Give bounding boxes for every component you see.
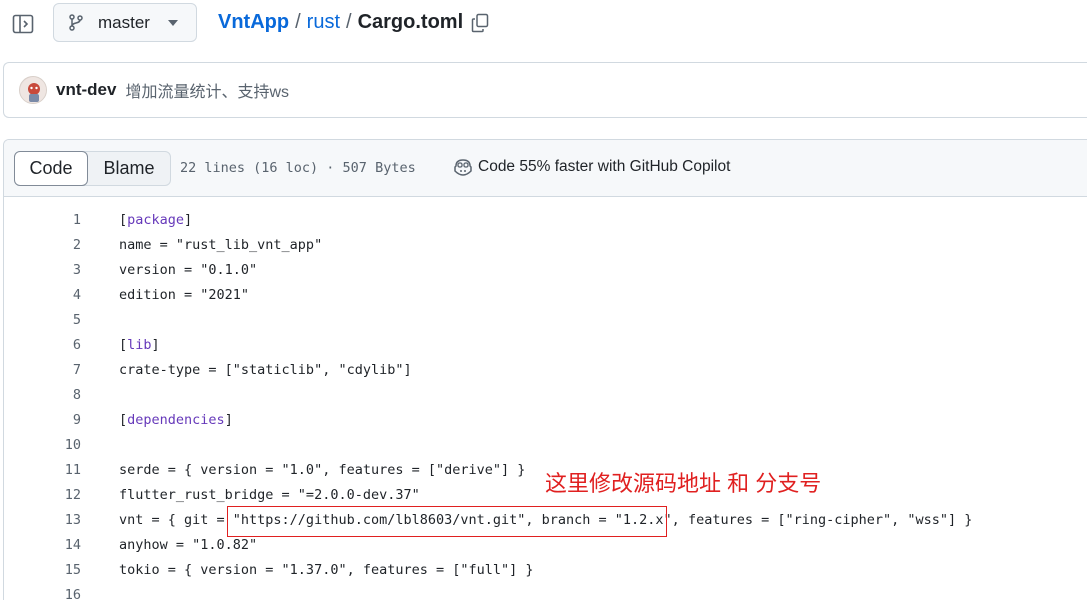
chevron-down-icon bbox=[167, 19, 178, 26]
copilot-icon bbox=[453, 158, 473, 176]
line-code: crate-type = ["staticlib", "cdylib"] bbox=[119, 361, 412, 378]
annotation-note: 这里修改源码地址 和 分支号 bbox=[545, 471, 822, 496]
line-code: edition = "2021" bbox=[119, 286, 250, 303]
file-info: 22 lines (16 loc) · 507 Bytes bbox=[180, 160, 416, 176]
commit-author-link[interactable]: vnt-dev bbox=[56, 80, 116, 100]
line-code: flutter_rust_bridge = "=2.0.0-dev.37" bbox=[119, 486, 420, 503]
top-bar: master VntApp / rust / Cargo.toml bbox=[0, 0, 1087, 50]
line-number[interactable]: 1 bbox=[41, 212, 81, 228]
line-number[interactable]: 16 bbox=[41, 587, 81, 600]
line-number[interactable]: 12 bbox=[41, 487, 81, 503]
line-code: serde = { version = "1.0", features = ["… bbox=[119, 461, 526, 478]
line-code: name = "rust_lib_vnt_app" bbox=[119, 236, 323, 253]
breadcrumb-separator: / bbox=[295, 11, 301, 33]
branch-name: master bbox=[98, 12, 150, 32]
line-number[interactable]: 5 bbox=[41, 312, 81, 328]
line-number[interactable]: 15 bbox=[41, 562, 81, 578]
latest-commit-bar: vnt-dev 增加流量统计、支持ws bbox=[3, 62, 1087, 118]
breadcrumb-file-name: Cargo.toml bbox=[357, 11, 464, 33]
code-line: 3 version = "0.1.0" bbox=[4, 257, 1087, 282]
code-line: 1 [package] bbox=[4, 207, 1087, 232]
code-tab-button[interactable]: Code bbox=[14, 151, 88, 186]
line-code: version = "0.1.0" bbox=[119, 261, 258, 278]
line-code: [dependencies] bbox=[119, 411, 233, 428]
line-number[interactable]: 4 bbox=[41, 287, 81, 303]
code-line: 9 [dependencies] bbox=[4, 407, 1087, 432]
commit-message-link[interactable]: 增加流量统计、支持ws bbox=[125, 78, 289, 102]
sidebar-toggle-icon[interactable] bbox=[10, 11, 36, 37]
breadcrumb-separator: / bbox=[346, 11, 352, 33]
line-number[interactable]: 14 bbox=[41, 537, 81, 553]
code-line: 5 bbox=[4, 307, 1087, 332]
line-code: anyhow = "1.0.82" bbox=[119, 536, 258, 553]
code-line: 7 crate-type = ["staticlib", "cdylib"] bbox=[4, 357, 1087, 382]
line-number[interactable]: 8 bbox=[41, 387, 81, 403]
line-code: tokio = { version = "1.37.0", features =… bbox=[119, 561, 534, 578]
code-line: 10 bbox=[4, 432, 1087, 457]
blame-tab-button[interactable]: Blame bbox=[88, 152, 170, 185]
git-branch-icon bbox=[69, 14, 85, 31]
line-number[interactable]: 2 bbox=[41, 237, 81, 253]
code-area: 1 [package] 2 name = "rust_lib_vnt_app" 3 ver… bbox=[4, 207, 1087, 600]
line-number[interactable]: 3 bbox=[41, 262, 81, 278]
code-line: 16 bbox=[4, 582, 1087, 600]
code-line: 4 edition = "2021" bbox=[4, 282, 1087, 307]
line-number[interactable]: 11 bbox=[41, 462, 81, 478]
line-number[interactable]: 13 bbox=[41, 512, 81, 528]
breadcrumb: VntApp / rust / Cargo.toml bbox=[218, 11, 489, 34]
copy-path-icon[interactable] bbox=[471, 13, 489, 33]
avatar[interactable] bbox=[19, 76, 47, 104]
line-number[interactable]: 10 bbox=[41, 437, 81, 453]
line-code: [lib] bbox=[119, 336, 160, 353]
code-line: 8 bbox=[4, 382, 1087, 407]
breadcrumb-folder-link[interactable]: rust bbox=[307, 11, 340, 34]
code-line: 15 tokio = { version = "1.37.0", features… bbox=[4, 557, 1087, 582]
view-mode-toggle: Code Blame bbox=[14, 151, 171, 186]
line-code: [package] bbox=[119, 211, 193, 228]
code-line: 2 name = "rust_lib_vnt_app" bbox=[4, 232, 1087, 257]
breadcrumb-repo-link[interactable]: VntApp bbox=[218, 11, 289, 34]
file-header: Code Blame 22 lines (16 loc) · 507 Bytes… bbox=[4, 140, 1087, 197]
line-number[interactable]: 7 bbox=[41, 362, 81, 378]
copilot-promo-link[interactable]: Code 55% faster with GitHub Copilot bbox=[453, 158, 730, 176]
code-line: 6 [lib] bbox=[4, 332, 1087, 357]
line-number[interactable]: 6 bbox=[41, 337, 81, 353]
branch-selector-button[interactable]: master bbox=[53, 3, 197, 42]
line-number[interactable]: 9 bbox=[41, 412, 81, 428]
annotation-highlight-box bbox=[227, 506, 667, 537]
copilot-promo-text: Code 55% faster with GitHub Copilot bbox=[478, 158, 731, 175]
